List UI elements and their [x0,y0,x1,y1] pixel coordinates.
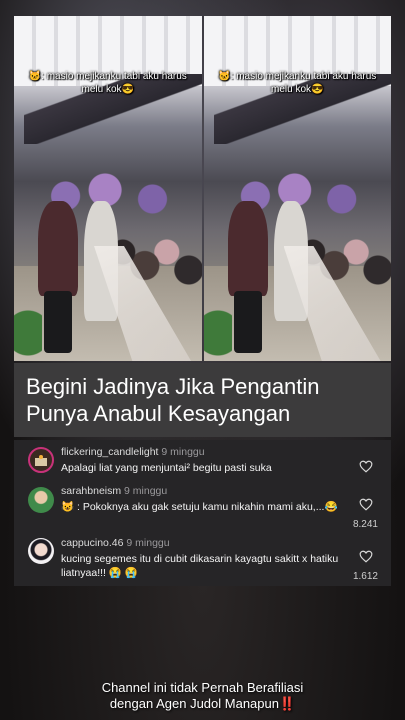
like-count: 8.241 [352,519,378,530]
heart-icon[interactable] [359,550,373,563]
groom-legs [44,291,72,353]
comment-text: kucing segemes itu di cubit dikasarin ka… [61,553,339,579]
like-count: 1.612 [352,571,378,582]
plant [14,291,42,361]
groom-figure [38,201,78,296]
heart-icon[interactable] [359,498,373,511]
anime-girl-avatar-icon[interactable] [28,538,54,564]
comment-username[interactable]: flickering_candlelight [61,446,158,458]
comment-username[interactable]: sarahbneism [61,485,121,497]
video-caption-overlay: 🐱: masio mejikanku tabi aku harus melu k… [218,71,377,95]
heart-icon[interactable] [359,460,373,473]
video-panel-left: 🐱: masio mejikanku tabi aku harus melu k… [14,16,202,361]
comment-item[interactable]: cappucino.46 9 minggu kucing segemes itu… [14,534,391,586]
comment-time: 9 minggu [126,537,170,549]
comment-text: Apalagi liat yang menjuntai² begitu past… [61,462,272,474]
groom-figure [227,201,268,296]
comment-time: 9 minggu [161,446,205,458]
woman-green-hijab-avatar-icon[interactable] [28,487,54,513]
video-panel-right: 🐱: masio mejikanku tabi aku harus melu k… [203,16,391,361]
comment-text: 😺 : Pokoknya aku gak setuju kamu nikahin… [61,501,338,513]
comment-author[interactable]: sarahbneism 9 minggu [61,485,167,497]
comment-item[interactable]: sarahbneism 9 minggu 😺 : Pokoknya aku ga… [14,483,391,533]
comment-username[interactable]: cappucino.46 [61,537,123,549]
comment-item[interactable]: flickering_candlelight 9 minggu Apalagi … [14,440,391,486]
comment-author[interactable]: flickering_candlelight 9 minggu [61,446,205,458]
groom-legs [233,291,262,353]
footer-disclaimer: Channel ini tidak Pernah Berafiliasi den… [0,680,405,712]
headline-title: Begini Jadinya Jika Pengantin Punya Anab… [14,363,391,437]
footer-line-2: dengan Agen Judol Manapun‼️ [109,696,296,711]
comments-panel: flickering_candlelight 9 minggu Apalagi … [14,440,391,586]
candle-avatar-icon[interactable] [28,447,54,473]
footer-line-1: Channel ini tidak Pernah Berafiliasi [101,680,304,695]
video-frame[interactable]: 🐱: masio mejikanku tabi aku harus melu k… [14,16,391,361]
video-caption-overlay: 🐱: masio mejikanku tabi aku harus melu k… [28,71,187,95]
comment-time: 9 minggu [124,485,168,497]
comment-author[interactable]: cappucino.46 9 minggu [61,537,170,549]
plant [203,291,232,361]
